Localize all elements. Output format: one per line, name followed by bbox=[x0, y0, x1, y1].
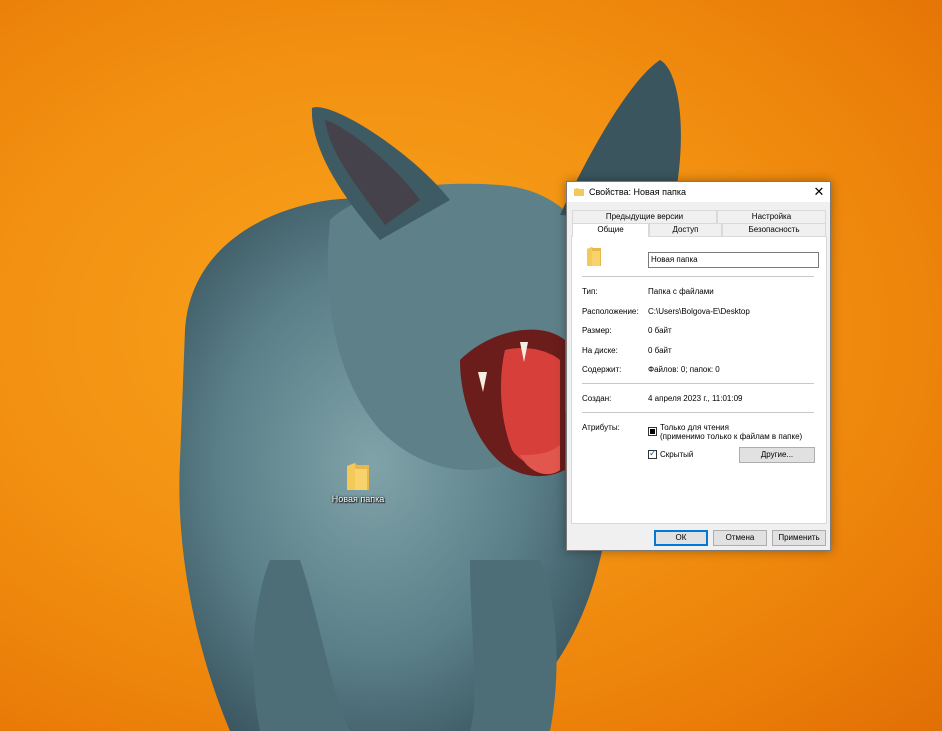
tab-security[interactable]: Безопасность bbox=[722, 223, 826, 236]
size-on-disk-value: 0 байт bbox=[648, 346, 672, 355]
size-label: Размер: bbox=[582, 326, 612, 335]
contains-value: Файлов: 0; папок: 0 bbox=[648, 365, 720, 374]
type-label: Тип: bbox=[582, 287, 598, 296]
tab-sharing[interactable]: Доступ bbox=[649, 223, 722, 236]
other-attributes-button[interactable]: Другие... bbox=[739, 447, 815, 463]
cancel-button[interactable]: Отмена bbox=[713, 530, 767, 546]
dialog-body: Предыдущие версии Настройка Общие Доступ… bbox=[567, 202, 830, 550]
hidden-label: Скрытый bbox=[660, 450, 694, 459]
folder-icon bbox=[574, 188, 584, 196]
tab-previous-versions[interactable]: Предыдущие версии bbox=[572, 210, 717, 223]
location-value: C:\Users\Bolgova-E\Desktop bbox=[648, 307, 750, 316]
divider bbox=[582, 412, 814, 413]
size-value: 0 байт bbox=[648, 326, 672, 335]
general-tab-panel: Новая папка Тип: Папка с файлами Располо… bbox=[571, 236, 827, 524]
tab-general[interactable]: Общие bbox=[572, 223, 649, 237]
created-value: 4 апреля 2023 г., 11:01:09 bbox=[648, 394, 743, 403]
properties-dialog: Свойства: Новая папка ✕ Предыдущие верси… bbox=[566, 181, 831, 551]
divider bbox=[582, 276, 814, 277]
divider bbox=[582, 383, 814, 384]
tab-customize[interactable]: Настройка bbox=[717, 210, 826, 223]
attributes-label: Атрибуты: bbox=[582, 423, 620, 432]
readonly-checkbox[interactable] bbox=[648, 427, 657, 436]
desktop-folder-label: Новая папка bbox=[331, 494, 385, 504]
folder-icon bbox=[347, 463, 369, 490]
hidden-checkbox[interactable] bbox=[648, 448, 657, 459]
desktop-folder-icon-item[interactable]: Новая папка bbox=[326, 460, 390, 504]
contains-label: Содержит: bbox=[582, 365, 622, 374]
size-on-disk-label: На диске: bbox=[582, 346, 618, 355]
folder-icon bbox=[587, 247, 601, 266]
location-label: Расположение: bbox=[582, 307, 639, 316]
folder-name-input[interactable]: Новая папка bbox=[648, 252, 819, 268]
close-button[interactable]: ✕ bbox=[808, 182, 830, 202]
apply-button[interactable]: Применить bbox=[772, 530, 826, 546]
readonly-label: Только для чтения bbox=[660, 423, 729, 432]
created-label: Создан: bbox=[582, 394, 612, 403]
type-value: Папка с файлами bbox=[648, 287, 714, 296]
ok-button[interactable]: ОК bbox=[654, 530, 708, 546]
readonly-note: (применимо только к файлам в папке) bbox=[660, 432, 803, 441]
dialog-titlebar[interactable]: Свойства: Новая папка ✕ bbox=[567, 182, 830, 202]
dialog-title: Свойства: Новая папка bbox=[589, 187, 686, 197]
